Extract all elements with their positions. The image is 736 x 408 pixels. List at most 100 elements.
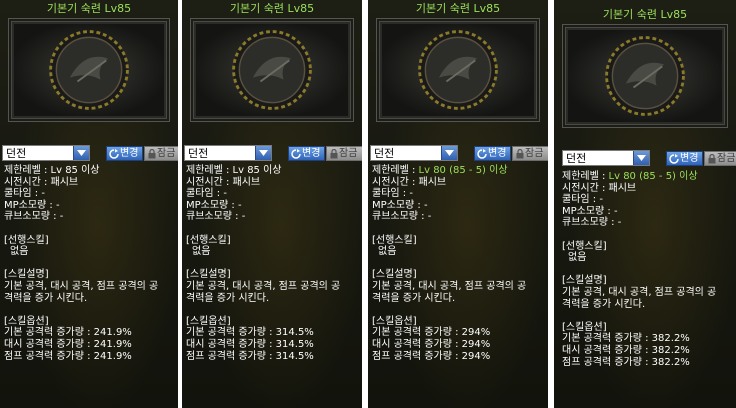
dropdown-arrow-icon[interactable] xyxy=(441,146,457,160)
mp-cost: MP소모량 : - xyxy=(372,199,428,211)
lock-icon xyxy=(330,149,338,159)
lock-icon xyxy=(708,154,716,164)
cooldown: 쿨타임 : - xyxy=(186,188,227,200)
lock-button[interactable]: 잠금 xyxy=(144,146,178,161)
refresh-icon xyxy=(109,149,119,159)
skill-title: 기본기 숙련 Lv85 xyxy=(46,2,132,15)
option-line: 대시 공격력 증가량 : 314.5% xyxy=(186,338,314,350)
level-requirement: 제한레벨 : Lv 80 (85 - 5) 이상 xyxy=(372,165,508,176)
mp-cost: MP소모량 : - xyxy=(562,205,618,217)
skill-emblem-icon xyxy=(605,36,685,116)
desc-line: 기본 공격, 대시 공격, 점프 공격의 공 xyxy=(4,280,159,292)
skill-tooltip-panel-3: 기본기 숙련 Lv85 던전 변경 잠금 제한레벨 : Lv 80 (85 - … xyxy=(368,0,548,408)
option-line: 점프 공격력 증가량 : 314.5% xyxy=(186,350,314,362)
option-line: 점프 공격력 증가량 : 382.2% xyxy=(562,356,690,368)
cooldown: 쿨타임 : - xyxy=(4,188,45,200)
option-line: 대시 공격력 증가량 : 294% xyxy=(372,338,491,350)
skill-title: 기본기 숙련 Lv85 xyxy=(229,2,315,15)
desc-header: [스킬설명] xyxy=(372,269,417,281)
refresh-icon xyxy=(669,154,679,164)
prereq-value: 없음 xyxy=(10,246,29,258)
option-header: [스킬옵션] xyxy=(562,321,607,333)
option-line: 기본 공격력 증가량 : 314.5% xyxy=(186,327,314,339)
desc-header: [스킬설명] xyxy=(186,269,231,281)
change-button[interactable]: 변경 xyxy=(474,146,511,161)
lock-button[interactable]: 잠금 xyxy=(326,146,362,161)
refresh-icon xyxy=(291,149,301,159)
desc-header: [스킬설명] xyxy=(4,269,49,281)
mode-dropdown[interactable]: 던전 xyxy=(370,145,458,161)
option-line: 기본 공격력 증가량 : 294% xyxy=(372,327,491,339)
skill-emblem-icon xyxy=(232,30,312,110)
lock-icon xyxy=(148,149,156,159)
option-line: 점프 공격력 증가량 : 294% xyxy=(372,350,491,362)
mp-cost: MP소모량 : - xyxy=(4,199,60,211)
change-button-label: 변경 xyxy=(680,153,699,164)
skill-info: 제한레벨 : Lv 80 (85 - 5) 이상 시전시간 : 패시브 쿨타임 … xyxy=(372,165,544,362)
lock-button-label: 잠금 xyxy=(525,148,544,159)
mode-dropdown-value: 던전 xyxy=(6,147,27,160)
skill-image-frame xyxy=(562,24,728,128)
option-line: 대시 공격력 증가량 : 382.2% xyxy=(562,344,690,356)
mode-dropdown-value: 던전 xyxy=(374,147,395,160)
cooldown: 쿨타임 : - xyxy=(372,188,413,200)
desc-header: [스킬설명] xyxy=(562,275,607,287)
skill-tooltip-panel-4: 기본기 숙련 Lv85 던전 변경 잠금 제한레벨 : Lv 80 (85 - … xyxy=(554,0,736,408)
prereq-header: [선행스킬] xyxy=(186,234,231,246)
mode-dropdown-value: 던전 xyxy=(188,147,209,160)
dropdown-arrow-icon[interactable] xyxy=(633,151,649,165)
mode-dropdown[interactable]: 던전 xyxy=(2,145,90,161)
desc-line: 기본 공격, 대시 공격, 점프 공격의 공 xyxy=(186,280,341,292)
cast-time: 시전시간 : 패시브 xyxy=(562,182,637,194)
prereq-header: [선행스킬] xyxy=(4,234,49,246)
cube-cost: 큐브소모량 : - xyxy=(186,211,246,223)
option-header: [스킬옵션] xyxy=(372,315,417,327)
option-line: 기본 공격력 증가량 : 241.9% xyxy=(4,327,132,339)
level-value: Lv 85 이상 xyxy=(50,165,100,176)
change-button-label: 변경 xyxy=(302,148,321,159)
prereq-value: 없음 xyxy=(568,252,587,264)
level-value: Lv 80 (85 - 5) 이상 xyxy=(418,165,508,176)
dropdown-arrow-icon[interactable] xyxy=(73,146,89,160)
skill-image-frame xyxy=(376,18,540,122)
change-button[interactable]: 변경 xyxy=(288,146,325,161)
level-requirement: 제한레벨 : Lv 80 (85 - 5) 이상 xyxy=(562,171,698,182)
mp-cost: MP소모량 : - xyxy=(186,199,242,211)
skill-image-frame xyxy=(190,18,354,122)
level-requirement: 제한레벨 : Lv 85 이상 xyxy=(186,165,282,176)
lock-button-label: 잠금 xyxy=(717,153,736,164)
cube-cost: 큐브소모량 : - xyxy=(372,211,432,223)
skill-emblem-icon xyxy=(418,30,498,110)
desc-line: 격력을 증가 시킨다. xyxy=(186,292,270,304)
cast-time: 시전시간 : 패시브 xyxy=(372,176,447,188)
skill-info: 제한레벨 : Lv 85 이상 시전시간 : 패시브 쿨타임 : - MP소모량… xyxy=(4,165,174,362)
skill-tooltip-panel-2: 기본기 숙련 Lv85 던전 변경 잠금 제한레벨 : Lv 85 이상 시전시… xyxy=(182,0,362,408)
lock-button[interactable]: 잠금 xyxy=(512,146,548,161)
change-button[interactable]: 변경 xyxy=(666,151,703,166)
desc-line: 격력을 증가 시킨다. xyxy=(562,298,646,310)
prereq-value: 없음 xyxy=(192,246,211,258)
mode-dropdown[interactable]: 던전 xyxy=(184,145,272,161)
desc-line: 격력을 증가 시킨다. xyxy=(4,292,88,304)
skill-info: 제한레벨 : Lv 85 이상 시전시간 : 패시브 쿨타임 : - MP소모량… xyxy=(186,165,358,362)
change-button[interactable]: 변경 xyxy=(106,146,143,161)
level-value: Lv 80 (85 - 5) 이상 xyxy=(608,171,698,182)
option-header: [스킬옵션] xyxy=(186,315,231,327)
lock-button[interactable]: 잠금 xyxy=(704,151,736,166)
cast-time: 시전시간 : 패시브 xyxy=(4,176,79,188)
lock-icon xyxy=(516,149,524,159)
level-requirement: 제한레벨 : Lv 85 이상 xyxy=(4,165,100,176)
skill-tooltip-panel-1: 기본기 숙련 Lv85 던전 변경 잠금 제한레벨 : Lv 85 이상 시전시… xyxy=(0,0,178,408)
cooldown: 쿨타임 : - xyxy=(562,194,603,206)
mode-dropdown[interactable]: 던전 xyxy=(562,150,650,166)
dropdown-arrow-icon[interactable] xyxy=(255,146,271,160)
refresh-icon xyxy=(477,149,487,159)
option-line: 점프 공격력 증가량 : 241.9% xyxy=(4,350,132,362)
prereq-header: [선행스킬] xyxy=(562,240,607,252)
skill-emblem-icon xyxy=(49,30,129,110)
mode-dropdown-value: 던전 xyxy=(566,152,587,165)
skill-title: 기본기 숙련 Lv85 xyxy=(415,2,501,15)
prereq-header: [선행스킬] xyxy=(372,234,417,246)
skill-info: 제한레벨 : Lv 80 (85 - 5) 이상 시전시간 : 패시브 쿨타임 … xyxy=(562,171,732,368)
skill-title: 기본기 숙련 Lv85 xyxy=(602,8,688,21)
